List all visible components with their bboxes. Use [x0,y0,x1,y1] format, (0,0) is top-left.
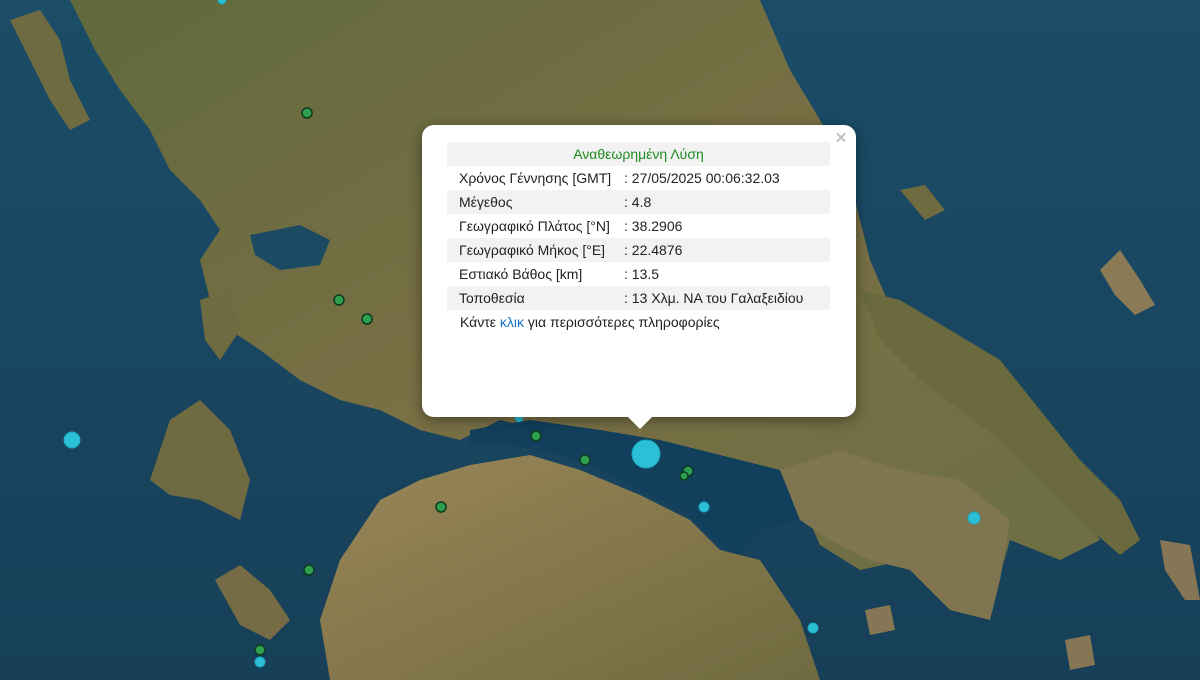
row-location: Τοποθεσία : 13 Χλμ. ΝΑ του Γαλαξειδίου [447,286,830,310]
value-magnitude: : 4.8 [624,194,652,210]
earthquake-marker-minor[interactable] [435,501,447,513]
earthquake-details-table: Χρόνος Γέννησης [GMT] : 27/05/2025 00:06… [447,166,830,310]
close-icon[interactable]: × [832,129,850,148]
popup-title: Αναθεωρημένη Λύση [447,142,830,166]
more-info-prefix: Κάντε [460,314,500,330]
value-latitude: : 38.2906 [624,218,683,234]
earthquake-marker-main[interactable] [631,439,661,469]
row-magnitude: Μέγεθος : 4.8 [447,190,830,214]
label-magnitude: Μέγεθος [459,194,513,210]
aegina [865,605,895,635]
earthquake-marker[interactable] [967,511,981,525]
earthquake-marker[interactable] [63,431,81,449]
earthquake-marker-minor[interactable] [254,644,266,656]
value-longitude: : 22.4876 [624,242,683,258]
earthquake-marker-minor[interactable] [579,454,591,466]
label-origin-time: Χρόνος Γέννησης [GMT] [459,170,612,186]
row-latitude: Γεωγραφικό Πλάτος [°N] : 38.2906 [447,214,830,238]
earthquake-marker[interactable] [698,501,710,513]
value-depth: : 13.5 [624,266,660,282]
popup-content: Αναθεωρημένη Λύση Χρόνος Γέννησης [GMT] … [447,142,830,330]
earthquake-marker[interactable] [254,656,266,668]
value-origin-time: : 27/05/2025 00:06:32.03 [624,170,780,186]
earthquake-marker-minor[interactable] [333,294,345,306]
label-location: Τοποθεσία [459,290,525,306]
value-location: : 13 Χλμ. ΝΑ του Γαλαξειδίου [624,290,804,306]
earthquake-marker[interactable] [807,622,819,634]
earthquake-marker-minor[interactable] [361,313,373,325]
earthquake-marker[interactable] [217,0,227,5]
earthquake-marker-minor[interactable] [679,471,689,481]
row-depth: Εστιακό Βάθος [km] : 13.5 [447,262,830,286]
label-latitude: Γεωγραφικό Πλάτος [°N] [459,218,610,234]
more-info-link[interactable]: κλικ [500,314,524,330]
popup-tip [628,417,652,429]
more-info-text: Κάντε κλικ για περισσότερες πληροφορίες [447,310,830,330]
kea [1065,635,1095,670]
earthquake-info-popup: × Αναθεωρημένη Λύση Χρόνος Γέννησης [GMT… [422,125,856,429]
row-longitude: Γεωγραφικό Μήκος [°E] : 22.4876 [447,238,830,262]
earthquake-marker-minor[interactable] [303,564,315,576]
label-longitude: Γεωγραφικό Μήκος [°E] [459,242,606,258]
earthquake-marker-minor[interactable] [301,107,313,119]
label-depth: Εστιακό Βάθος [km] [459,266,583,282]
earthquake-marker-minor[interactable] [530,430,542,442]
row-origin-time: Χρόνος Γέννησης [GMT] : 27/05/2025 00:06… [447,166,830,190]
more-info-suffix: για περισσότερες πληροφορίες [524,314,720,330]
